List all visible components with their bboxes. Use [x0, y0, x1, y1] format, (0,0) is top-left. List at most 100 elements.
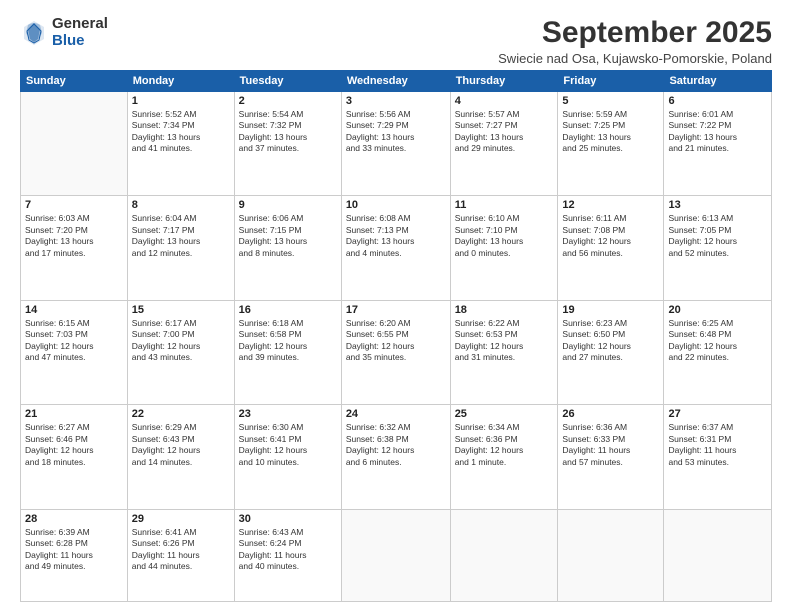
- table-cell: 11 Sunrise: 6:10 AM Sunset: 7:10 PM Dayli…: [450, 196, 558, 300]
- table-cell: 20 Sunrise: 6:25 AM Sunset: 6:48 PM Dayli…: [664, 300, 772, 404]
- table-cell: 26Sunrise: 6:36 AM Sunset: 6:33 PM Dayli…: [558, 405, 664, 509]
- table-cell: 6Sunrise: 6:01 AM Sunset: 7:22 PM Daylig…: [664, 92, 772, 196]
- table-cell: 24 Sunrise: 6:32 AM Sunset: 6:38 PM Dayli…: [341, 405, 450, 509]
- col-sunday: Sunday: [21, 71, 128, 92]
- day-number: 23: [239, 408, 337, 420]
- day-info: Sunrise: 5:59 AM Sunset: 7:25 PM Dayligh…: [562, 109, 659, 155]
- logo: General Blue: [20, 16, 108, 49]
- day-number: 5: [562, 95, 659, 107]
- table-cell: 22 Sunrise: 6:29 AM Sunset: 6:43 PM Dayli…: [127, 405, 234, 509]
- day-info: Sunrise: 6:29 AM Sunset: 6:43 PM Dayligh…: [132, 422, 230, 468]
- day-number: 7: [25, 199, 123, 211]
- day-number: 14: [25, 304, 123, 316]
- day-info: Sunrise: 6:18 AM Sunset: 6:58 PM Dayligh…: [239, 318, 337, 364]
- logo-blue-text: Blue: [52, 33, 108, 50]
- table-cell: [558, 509, 664, 601]
- day-info: Sunrise: 6:20 AM Sunset: 6:55 PM Dayligh…: [346, 318, 446, 364]
- col-wednesday: Wednesday: [341, 71, 450, 92]
- day-number: 8: [132, 199, 230, 211]
- day-info: Sunrise: 6:03 AM Sunset: 7:20 PM Dayligh…: [25, 213, 123, 259]
- day-info: Sunrise: 5:56 AM Sunset: 7:29 PM Dayligh…: [346, 109, 446, 155]
- day-info: Sunrise: 6:25 AM Sunset: 6:48 PM Dayligh…: [668, 318, 767, 364]
- table-cell: [21, 92, 128, 196]
- day-info: Sunrise: 6:34 AM Sunset: 6:36 PM Dayligh…: [455, 422, 554, 468]
- day-number: 27: [668, 408, 767, 420]
- page: General Blue September 2025 Swiecie nad …: [0, 0, 792, 612]
- day-info: Sunrise: 6:22 AM Sunset: 6:53 PM Dayligh…: [455, 318, 554, 364]
- day-info: Sunrise: 6:32 AM Sunset: 6:38 PM Dayligh…: [346, 422, 446, 468]
- logo-general-text: General: [52, 16, 108, 33]
- day-number: 25: [455, 408, 554, 420]
- table-cell: [341, 509, 450, 601]
- day-number: 28: [25, 513, 123, 525]
- title-block: September 2025 Swiecie nad Osa, Kujawsko…: [498, 16, 772, 66]
- day-info: Sunrise: 6:27 AM Sunset: 6:46 PM Dayligh…: [25, 422, 123, 468]
- day-number: 30: [239, 513, 337, 525]
- location: Swiecie nad Osa, Kujawsko-Pomorskie, Pol…: [498, 51, 772, 66]
- table-cell: 12Sunrise: 6:11 AM Sunset: 7:08 PM Dayli…: [558, 196, 664, 300]
- table-cell: 4 Sunrise: 5:57 AM Sunset: 7:27 PM Daylig…: [450, 92, 558, 196]
- day-info: Sunrise: 5:54 AM Sunset: 7:32 PM Dayligh…: [239, 109, 337, 155]
- day-number: 21: [25, 408, 123, 420]
- day-info: Sunrise: 6:06 AM Sunset: 7:15 PM Dayligh…: [239, 213, 337, 259]
- table-cell: 16 Sunrise: 6:18 AM Sunset: 6:58 PM Dayli…: [234, 300, 341, 404]
- day-info: Sunrise: 6:13 AM Sunset: 7:05 PM Dayligh…: [668, 213, 767, 259]
- table-cell: 18 Sunrise: 6:22 AM Sunset: 6:53 PM Dayli…: [450, 300, 558, 404]
- day-number: 3: [346, 95, 446, 107]
- table-cell: 28 Sunrise: 6:39 AM Sunset: 6:28 PM Dayli…: [21, 509, 128, 601]
- day-number: 15: [132, 304, 230, 316]
- table-cell: 15 Sunrise: 6:17 AM Sunset: 7:00 PM Dayli…: [127, 300, 234, 404]
- day-info: Sunrise: 6:30 AM Sunset: 6:41 PM Dayligh…: [239, 422, 337, 468]
- table-cell: 19Sunrise: 6:23 AM Sunset: 6:50 PM Dayli…: [558, 300, 664, 404]
- table-cell: 23 Sunrise: 6:30 AM Sunset: 6:41 PM Dayli…: [234, 405, 341, 509]
- table-cell: 21 Sunrise: 6:27 AM Sunset: 6:46 PM Dayli…: [21, 405, 128, 509]
- day-number: 10: [346, 199, 446, 211]
- day-info: Sunrise: 6:43 AM Sunset: 6:24 PM Dayligh…: [239, 527, 337, 573]
- day-number: 16: [239, 304, 337, 316]
- col-monday: Monday: [127, 71, 234, 92]
- table-cell: 17 Sunrise: 6:20 AM Sunset: 6:55 PM Dayli…: [341, 300, 450, 404]
- day-info: Sunrise: 5:52 AM Sunset: 7:34 PM Dayligh…: [132, 109, 230, 155]
- day-info: Sunrise: 6:37 AM Sunset: 6:31 PM Dayligh…: [668, 422, 767, 468]
- day-number: 17: [346, 304, 446, 316]
- day-info: Sunrise: 6:10 AM Sunset: 7:10 PM Dayligh…: [455, 213, 554, 259]
- calendar-header-row: Sunday Monday Tuesday Wednesday Thursday…: [21, 71, 772, 92]
- col-tuesday: Tuesday: [234, 71, 341, 92]
- table-cell: 13 Sunrise: 6:13 AM Sunset: 7:05 PM Dayli…: [664, 196, 772, 300]
- day-number: 20: [668, 304, 767, 316]
- day-number: 4: [455, 95, 554, 107]
- table-cell: 8 Sunrise: 6:04 AM Sunset: 7:17 PM Daylig…: [127, 196, 234, 300]
- col-thursday: Thursday: [450, 71, 558, 92]
- day-info: Sunrise: 6:15 AM Sunset: 7:03 PM Dayligh…: [25, 318, 123, 364]
- day-info: Sunrise: 6:04 AM Sunset: 7:17 PM Dayligh…: [132, 213, 230, 259]
- month-title: September 2025: [498, 16, 772, 49]
- day-number: 11: [455, 199, 554, 211]
- col-friday: Friday: [558, 71, 664, 92]
- table-cell: 14 Sunrise: 6:15 AM Sunset: 7:03 PM Dayli…: [21, 300, 128, 404]
- logo-text: General Blue: [52, 16, 108, 49]
- table-cell: 10 Sunrise: 6:08 AM Sunset: 7:13 PM Dayli…: [341, 196, 450, 300]
- table-cell: 30 Sunrise: 6:43 AM Sunset: 6:24 PM Dayli…: [234, 509, 341, 601]
- table-cell: 25 Sunrise: 6:34 AM Sunset: 6:36 PM Dayli…: [450, 405, 558, 509]
- day-info: Sunrise: 6:08 AM Sunset: 7:13 PM Dayligh…: [346, 213, 446, 259]
- table-cell: 27 Sunrise: 6:37 AM Sunset: 6:31 PM Dayli…: [664, 405, 772, 509]
- day-number: 1: [132, 95, 230, 107]
- table-cell: 2 Sunrise: 5:54 AM Sunset: 7:32 PM Daylig…: [234, 92, 341, 196]
- day-info: Sunrise: 6:41 AM Sunset: 6:26 PM Dayligh…: [132, 527, 230, 573]
- day-info: Sunrise: 6:39 AM Sunset: 6:28 PM Dayligh…: [25, 527, 123, 573]
- day-number: 22: [132, 408, 230, 420]
- day-number: 2: [239, 95, 337, 107]
- calendar-table: Sunday Monday Tuesday Wednesday Thursday…: [20, 70, 772, 602]
- day-info: Sunrise: 6:17 AM Sunset: 7:00 PM Dayligh…: [132, 318, 230, 364]
- day-number: 13: [668, 199, 767, 211]
- table-cell: 29Sunrise: 6:41 AM Sunset: 6:26 PM Dayli…: [127, 509, 234, 601]
- day-number: 6: [668, 95, 767, 107]
- table-cell: 5 Sunrise: 5:59 AM Sunset: 7:25 PM Daylig…: [558, 92, 664, 196]
- day-number: 26: [562, 408, 659, 420]
- table-cell: [664, 509, 772, 601]
- day-info: Sunrise: 6:23 AM Sunset: 6:50 PM Dayligh…: [562, 318, 659, 364]
- day-info: Sunrise: 5:57 AM Sunset: 7:27 PM Dayligh…: [455, 109, 554, 155]
- day-number: 24: [346, 408, 446, 420]
- day-number: 12: [562, 199, 659, 211]
- day-number: 18: [455, 304, 554, 316]
